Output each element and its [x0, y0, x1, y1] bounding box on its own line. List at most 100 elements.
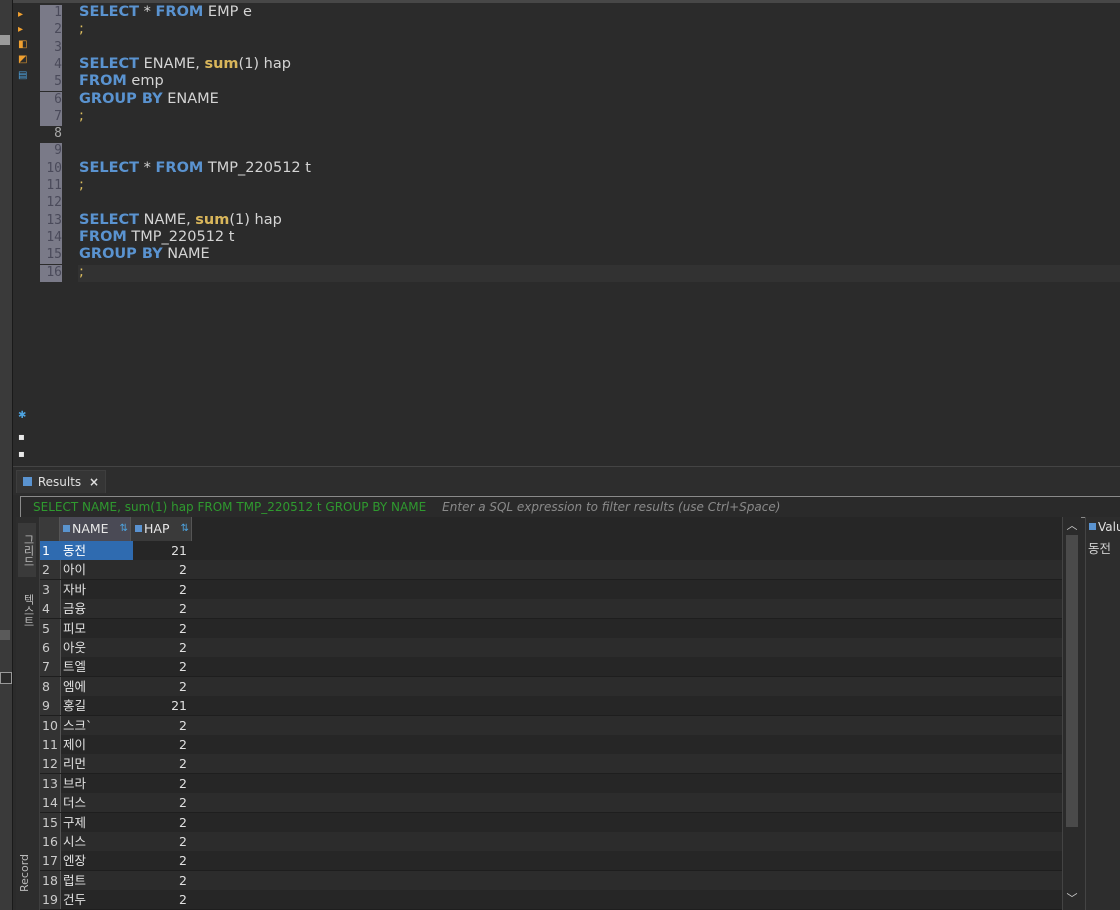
code-line[interactable]: SELECT NAME, sum(1) hap [79, 212, 282, 228]
code-line[interactable]: ; [79, 264, 84, 280]
scroll-up-icon[interactable]: ︿ [1065, 519, 1079, 533]
table-row[interactable]: 8 엠에 2 [40, 676, 1062, 697]
table-row[interactable]: 9 홍길 21 [40, 696, 1062, 717]
row-number[interactable]: 19 [40, 890, 61, 910]
row-number[interactable]: 13 [40, 773, 61, 793]
sort-icon[interactable]: ⇅ [120, 517, 128, 541]
open-script-icon[interactable]: ▪ [18, 450, 28, 460]
table-row[interactable]: 19 건두 2 [40, 890, 1062, 910]
table-row[interactable]: 11 제이 2 [40, 735, 1062, 755]
row-number[interactable]: 7 [40, 657, 61, 677]
column-header-hap[interactable]: HAP ⇅ [132, 517, 192, 541]
results-grid[interactable]: NAME ⇅ HAP ⇅ 1 동전 21 2 아이 2 3 자바 2 4 금융 2 5 피모 2 6 아웃 2 7 트… [40, 517, 1062, 910]
row-number[interactable]: 12 [40, 754, 61, 774]
cell-name[interactable]: 스크` [60, 716, 133, 735]
code-line[interactable]: FROM emp [79, 73, 164, 89]
cell-hap[interactable]: 2 [132, 735, 191, 754]
cell-hap[interactable]: 21 [132, 696, 191, 715]
table-row[interactable]: 12 리먼 2 [40, 754, 1062, 775]
code-line[interactable]: SELECT ENAME, sum(1) hap [79, 56, 291, 72]
row-number[interactable]: 14 [40, 793, 61, 813]
cell-hap[interactable]: 2 [132, 560, 191, 579]
table-row[interactable]: 1 동전 21 [40, 541, 1062, 561]
format-icon[interactable]: ◩ [18, 55, 28, 65]
cell-hap[interactable]: 2 [132, 657, 191, 676]
cell-name[interactable]: 엔장 [60, 851, 133, 870]
row-number[interactable]: 6 [40, 638, 61, 657]
cell-name[interactable]: 자바 [60, 580, 133, 599]
row-number[interactable]: 15 [40, 812, 61, 832]
cell-name[interactable]: 피모 [60, 619, 133, 638]
cell-hap[interactable]: 21 [132, 541, 191, 560]
explain-icon[interactable]: ◧ [18, 40, 28, 50]
code-line[interactable]: FROM TMP_220512 t [79, 229, 234, 245]
table-row[interactable]: 6 아웃 2 [40, 638, 1062, 658]
table-row[interactable]: 13 브라 2 [40, 773, 1062, 794]
settings-icon[interactable]: ✱ [18, 411, 28, 421]
cell-hap[interactable]: 2 [132, 638, 191, 657]
cell-name[interactable]: 럽트 [60, 871, 133, 890]
cell-hap[interactable]: 2 [132, 793, 191, 812]
cell-name[interactable]: 브라 [60, 774, 133, 793]
cell-name[interactable]: 홍길 [60, 696, 133, 715]
panel-toggle-icon[interactable] [0, 630, 10, 640]
table-row[interactable]: 2 아이 2 [40, 560, 1062, 581]
cell-name[interactable]: 금융 [60, 599, 133, 618]
row-number[interactable]: 18 [40, 870, 61, 890]
cell-hap[interactable]: 2 [132, 871, 191, 890]
new-script-icon[interactable]: ▪ [18, 433, 28, 443]
grid-scrollbar[interactable]: ︿ ﹀ [1062, 517, 1081, 910]
row-number[interactable]: 16 [40, 832, 61, 851]
cell-name[interactable]: 동전 [60, 541, 133, 560]
table-row[interactable]: 17 엔장 2 [40, 851, 1062, 872]
tab-record[interactable]: Record [18, 847, 36, 899]
execute-icon[interactable]: ▸ [18, 10, 28, 20]
cell-hap[interactable]: 2 [132, 851, 191, 870]
cell-name[interactable]: 건두 [60, 890, 133, 909]
table-row[interactable]: 16 시스 2 [40, 832, 1062, 852]
table-row[interactable]: 3 자바 2 [40, 579, 1062, 600]
row-number[interactable]: 9 [40, 696, 61, 716]
row-number[interactable]: 3 [40, 579, 61, 599]
row-number[interactable]: 10 [40, 715, 61, 735]
table-row[interactable]: 7 트엘 2 [40, 657, 1062, 678]
collapse-icon[interactable] [0, 35, 10, 45]
scrollbar-thumb[interactable] [1066, 535, 1078, 827]
cell-name[interactable]: 아웃 [60, 638, 133, 657]
cell-hap[interactable]: 2 [132, 832, 191, 851]
filter-input[interactable]: SELECT NAME, sum(1) hap FROM TMP_220512 … [20, 496, 1120, 518]
cell-name[interactable]: 제이 [60, 735, 133, 754]
sql-editor[interactable]: ▸ ▸ ◧ ◩ ▤ ✱ ▪ ▪ 1 SELECT * FROM EMP e 2; 3 4… [13, 0, 1120, 465]
cell-name[interactable]: 리먼 [60, 754, 133, 773]
cell-name[interactable]: 시스 [60, 832, 133, 851]
execute-script-icon[interactable]: ▸ [18, 25, 28, 35]
panel-box-icon[interactable] [0, 672, 12, 684]
cell-hap[interactable]: 2 [132, 774, 191, 793]
table-row[interactable]: 5 피모 2 [40, 618, 1062, 639]
row-number[interactable]: 4 [40, 599, 61, 619]
cell-name[interactable]: 아이 [60, 560, 133, 579]
cell-name[interactable]: 엠에 [60, 677, 133, 696]
table-row[interactable]: 18 럽트 2 [40, 870, 1062, 891]
row-number[interactable]: 5 [40, 618, 61, 638]
cell-hap[interactable]: 2 [132, 813, 191, 832]
table-row[interactable]: 4 금융 2 [40, 599, 1062, 620]
history-icon[interactable]: ▤ [18, 71, 28, 81]
code-line[interactable]: SELECT * FROM TMP_220512 t [79, 160, 311, 176]
cell-hap[interactable]: 2 [132, 677, 191, 696]
row-number-header[interactable] [40, 517, 60, 541]
code-line[interactable]: GROUP BY ENAME [79, 91, 219, 107]
cell-hap[interactable]: 2 [132, 580, 191, 599]
cell-hap[interactable]: 2 [132, 599, 191, 618]
cell-name[interactable]: 더스 [60, 793, 133, 812]
tab-results[interactable]: Results × [16, 470, 107, 493]
tab-grid[interactable]: 그리드 [18, 523, 36, 577]
column-header-name[interactable]: NAME ⇅ [60, 517, 131, 541]
close-icon[interactable]: × [89, 475, 99, 489]
table-row[interactable]: 15 구제 2 [40, 812, 1062, 833]
cell-hap[interactable]: 2 [132, 890, 191, 909]
cell-name[interactable]: 구제 [60, 813, 133, 832]
table-row[interactable]: 14 더스 2 [40, 793, 1062, 814]
scroll-down-icon[interactable]: ﹀ [1065, 892, 1079, 906]
cell-hap[interactable]: 2 [132, 619, 191, 638]
